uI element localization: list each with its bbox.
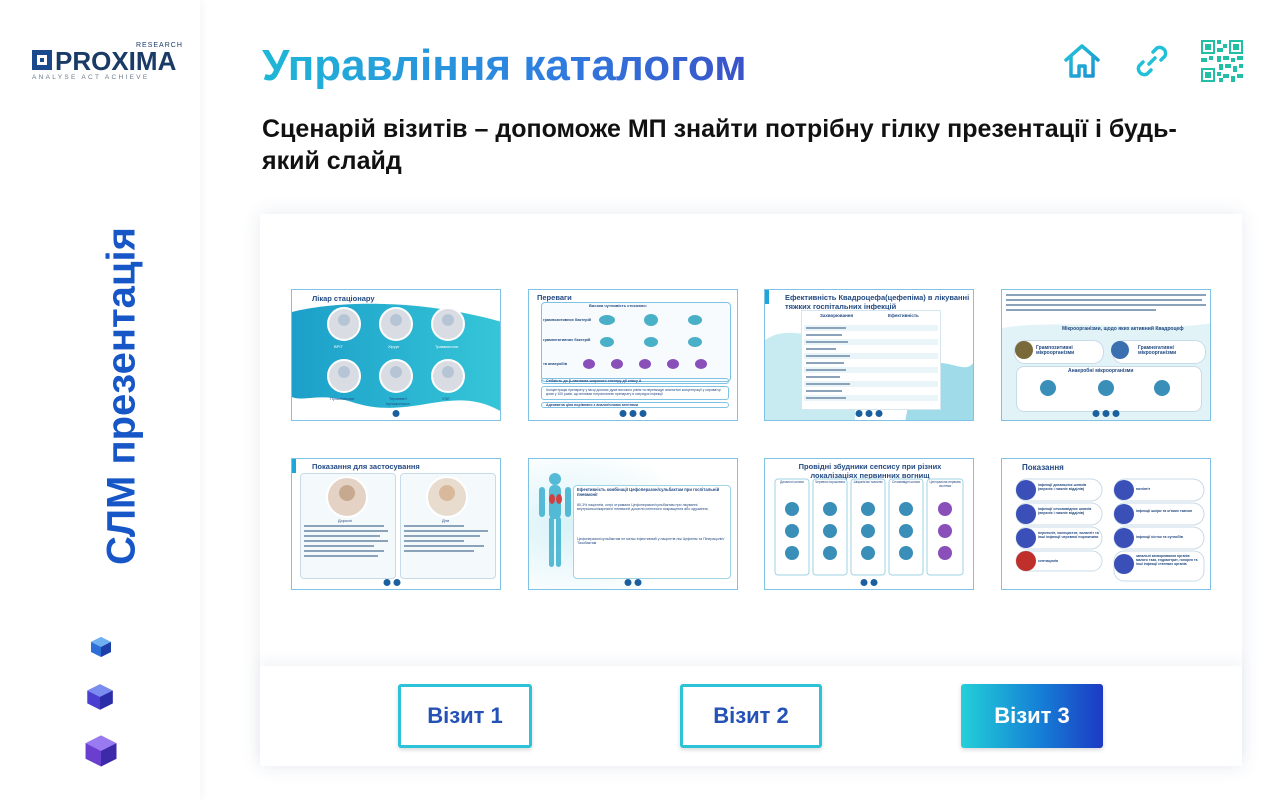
slide-text: Адекватна ціна порівняно з аналогічними … (541, 402, 729, 408)
home-icon[interactable] (1059, 38, 1105, 84)
visit-1-button[interactable]: Візит 1 (398, 684, 532, 748)
slide-nav (383, 579, 401, 586)
qr-code-icon[interactable] (1199, 38, 1245, 84)
slide-table: Захворювання Ефективність (801, 310, 941, 410)
slide-text: інфекції сечовивідних шляхів (верхніх і … (1038, 507, 1092, 516)
slide-thumbnail[interactable]: Показання інфекції дихальних шляхів (вер… (1001, 458, 1211, 590)
slide-text: Сечовивідні шляхи (891, 480, 920, 484)
slide-thumbnail[interactable]: Ефективність комбінації Цефоперазон/суль… (528, 458, 738, 590)
slide-title: Ефективність Квадроцефа(цефепіма) в ліку… (785, 293, 970, 311)
proxima-logo: PROXIMA RESEARCH ANALYSE ACT ACHIEVE (32, 42, 182, 84)
slide-nav (855, 410, 883, 417)
slide-text: Дихальні шляхи (780, 480, 804, 484)
slide-label: Травматолог (435, 344, 459, 349)
slide-text: перитоніт, холецистит, холангіт та інші … (1038, 531, 1099, 540)
slide-text: Стійкість до β-лактамаз широкого спектру… (541, 378, 729, 384)
pathogen-columns (774, 478, 964, 576)
slide-label: Хірург (388, 344, 400, 349)
logo-tagline: ANALYSE ACT ACHIEVE (32, 74, 150, 81)
slide-thumbnail[interactable]: Показання для застосування Дорослі Діти (291, 458, 501, 590)
visit-2-button[interactable]: Візит 2 (680, 684, 822, 748)
slide-text: Ефективність (888, 313, 919, 318)
slide-text: інфекції дихальних шляхів (верхніх і ниж… (1038, 483, 1087, 492)
slide-text: Концентрація препарату у місці досягає д… (541, 386, 729, 400)
slide-nav (619, 410, 647, 417)
slide-text: 80,3% пацієнтів, котрі отримали Цефопера… (577, 503, 709, 512)
patient-portraits (304, 476, 488, 557)
slide-nav (624, 579, 642, 586)
slide-nav (860, 579, 878, 586)
slide-thumbnail[interactable]: Провідні збудники сепсису при різних лок… (764, 458, 974, 590)
visit-3-button[interactable]: Візит 3 (961, 684, 1103, 748)
cube-icon (86, 683, 114, 711)
sidebar: PROXIMA RESEARCH ANALYSE ACT ACHIEVE СЛМ… (0, 0, 200, 800)
slide-box (573, 485, 731, 579)
slide-text: Центральна нервова система (929, 480, 961, 488)
slide-text: Захворювання (820, 313, 854, 318)
slide-thumbnail[interactable]: Ефективність Квадроцефа(цефепіма) в ліку… (764, 289, 974, 421)
logo-research: RESEARCH (136, 42, 183, 49)
slide-label: УЗЛ (442, 396, 450, 401)
slide-text: інфекції шкіри та м'яких тканин (1136, 509, 1192, 513)
page-subtitle: Сценарій візитів – допоможе МП знайти по… (262, 115, 1177, 175)
slide-nav (1092, 410, 1120, 417)
slide-title: Ефективність комбінації Цефоперазон/суль… (577, 487, 720, 497)
vertical-title: СЛМ презентація (99, 227, 144, 565)
cube-icon (90, 636, 112, 658)
slide-text: септицемія (1038, 559, 1059, 563)
slide-text: Шкіра/м'які тканини (853, 480, 883, 484)
page-title: Управління каталогом (262, 41, 747, 90)
logo-mark-icon (32, 50, 52, 70)
slide-nav (392, 410, 400, 417)
slide-thumbnail[interactable]: Лікар стаціонару ВРІТ Хірург Травматолог… (291, 289, 501, 421)
slide-text: Цефоперазон/сульбактам не менш ефективни… (577, 537, 725, 546)
slide-thumbnail[interactable]: Переваги Висока чутливість стосовно: гра… (528, 289, 738, 421)
slide-text: запальні захворювання органів малого таз… (1136, 554, 1198, 566)
slide-text: Діти (442, 519, 450, 523)
slide-label: Пульмонолог (330, 396, 355, 401)
cube-icon (84, 734, 118, 768)
slide-text: менінгіт (1136, 487, 1151, 491)
slide-label: ВРІТ (334, 344, 343, 349)
slide-text: інфекції кісток та суглобів (1136, 535, 1183, 539)
link-icon[interactable] (1129, 38, 1175, 84)
indication-icons (1015, 478, 1205, 582)
top-icons (1059, 38, 1245, 84)
logo-word: PROXIMA (55, 46, 177, 76)
slide-thumbnail[interactable]: Мікроорганізми, щодо яких активний Квадр… (1001, 289, 1211, 421)
slide-text: Дорослі (338, 519, 352, 523)
slide-label: Терапевт/ пульмонолог (386, 396, 410, 406)
slide-text: Черевна порожнина (815, 480, 845, 484)
